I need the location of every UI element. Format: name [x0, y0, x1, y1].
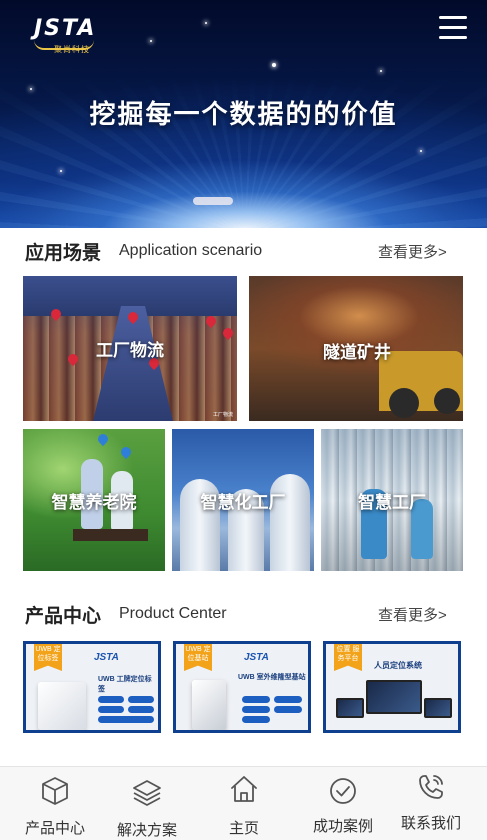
brand-logo[interactable]: JSTA 聚尚科技 [34, 14, 104, 56]
star-icon [380, 70, 382, 72]
hamburger-menu-icon[interactable] [439, 14, 467, 40]
scenario-tile-smart-nursing-home[interactable]: 智慧养老院 [23, 429, 165, 571]
product-brand: JSTA [244, 652, 269, 663]
product-section-header: 产品中心 Product Center 查看更多> [0, 597, 487, 627]
nav-label: 产品中心 [24, 820, 85, 837]
section-title-cn: 产品中心 [25, 605, 102, 627]
check-circle-icon [330, 778, 356, 804]
section-title-en: Product Center [119, 605, 227, 622]
scenario-tile-tunnel-mine[interactable]: 隧道矿井 [249, 276, 463, 421]
feature-pill [274, 706, 302, 713]
product-name: UWB 工牌定位标签 [98, 676, 152, 693]
nav-item-contact[interactable]: 联系我们 [386, 767, 476, 840]
layers-icon [133, 780, 161, 806]
nav-label: 主页 [228, 820, 259, 837]
feature-pill [242, 716, 270, 723]
product-image [192, 680, 226, 730]
product-card-uwb-base-station[interactable]: UWB 定位基站 JSTA UWB 室外维隆型基站 [173, 641, 311, 733]
product-ribbon: 位置 服务平台 [334, 644, 362, 671]
product-brand: JSTA [94, 652, 119, 663]
feature-pill [242, 706, 270, 713]
logo-text: JSTA [34, 16, 97, 41]
nav-label: 成功案例 [312, 818, 373, 835]
scenario-tile-smart-factory[interactable]: 智慧工厂 [321, 429, 463, 571]
feature-pill [98, 696, 124, 703]
product-card-uwb-tag[interactable]: UWB 定位标签 JSTA UWB 工牌定位标签 [23, 641, 161, 733]
product-ribbon: UWB 定位标签 [34, 644, 62, 671]
scenario-tile-smart-chemical-plant[interactable]: 智慧化工厂 [172, 429, 314, 571]
nav-item-products[interactable]: 产品中心 [10, 767, 100, 840]
cube-icon [42, 777, 68, 805]
star-icon [150, 40, 152, 42]
nav-label: 联系我们 [400, 815, 461, 832]
feature-pill [128, 706, 154, 713]
product-card-positioning-platform[interactable]: 位置 服务平台 人员定位系统 [323, 641, 461, 733]
feature-pill [128, 696, 154, 703]
view-more-link[interactable]: 查看更多> [378, 604, 447, 625]
star-icon [60, 170, 62, 172]
nav-label: 解决方案 [116, 822, 177, 839]
tile-label: 智慧工厂 [358, 492, 426, 513]
logo-subtitle: 聚尚科技 [54, 45, 90, 54]
hero-banner: JSTA 聚尚科技 挖掘每一个数据的的价值 [0, 0, 487, 228]
platform-tablet [424, 698, 452, 718]
feature-pill [98, 716, 154, 723]
phone-icon [419, 775, 443, 799]
feature-pill [274, 696, 302, 703]
feature-pill [242, 696, 270, 703]
nav-item-cases[interactable]: 成功案例 [298, 767, 388, 840]
application-section-header: 应用场景 Application scenario 查看更多> [0, 234, 487, 264]
star-icon [205, 22, 207, 24]
platform-monitor [366, 680, 422, 714]
tile-label: 工厂物流 [96, 341, 164, 361]
view-more-link[interactable]: 查看更多> [378, 241, 447, 262]
carousel-dot-active[interactable] [193, 197, 233, 205]
bottom-navigation: 产品中心 解决方案 主页 成功案例 联系我们 [0, 766, 487, 840]
tile-caption: 工厂物流 [212, 412, 233, 418]
nav-item-solutions[interactable]: 解决方案 [102, 767, 192, 840]
feature-pill [98, 706, 124, 713]
platform-laptop [336, 698, 364, 718]
home-icon [231, 776, 257, 802]
tile-label: 隧道矿井 [323, 343, 391, 363]
product-name: UWB 室外维隆型基站 [238, 674, 306, 681]
tile-label: 智慧养老院 [51, 492, 137, 513]
scenario-tile-factory-logistics[interactable]: 工厂物流 工厂物流 [23, 276, 237, 421]
tile-label: 智慧化工厂 [200, 492, 286, 513]
hero-slogan: 挖掘每一个数据的的价值 [89, 100, 398, 130]
star-icon [30, 88, 32, 90]
star-icon [272, 63, 276, 67]
product-image [38, 682, 86, 730]
product-name: 人员定位系统 [374, 661, 422, 670]
section-title-cn: 应用场景 [25, 242, 102, 264]
carousel-indicator[interactable] [193, 197, 237, 207]
star-icon [420, 150, 422, 152]
product-ribbon: UWB 定位基站 [184, 644, 212, 671]
nav-item-home[interactable]: 主页 [199, 767, 289, 840]
section-title-en: Application scenario [119, 242, 263, 259]
